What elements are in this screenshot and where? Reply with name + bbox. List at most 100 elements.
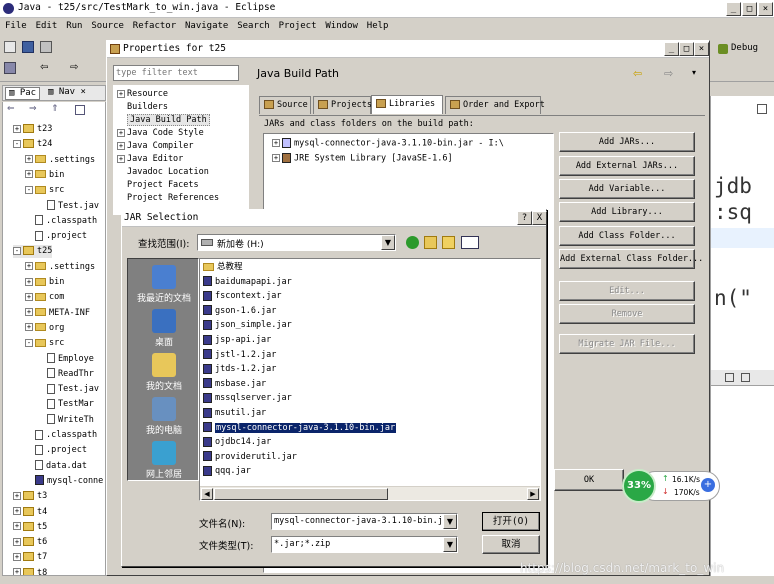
menu-refactor[interactable]: Refactor: [133, 21, 176, 31]
expand-toggle-icon[interactable]: -: [13, 139, 21, 148]
editor-min-button[interactable]: [757, 104, 767, 114]
minimize-button[interactable]: _: [726, 2, 741, 16]
lookin-dropdown-arrow[interactable]: ▼: [381, 235, 395, 250]
filename-input[interactable]: mysql-connector-java-3.1.10-bin.jar ▼: [271, 513, 458, 530]
build-path-button-add-external-class-folder[interactable]: Add External Class Folder...: [559, 249, 703, 269]
library-entry-jre[interactable]: + JRE System Library [JavaSE-1.6]: [272, 153, 453, 164]
file-item[interactable]: msbase.jar: [203, 377, 266, 392]
place-network-places[interactable]: 网上邻居: [128, 441, 200, 480]
properties-minimize-button[interactable]: _: [664, 42, 679, 56]
expand-toggle-icon[interactable]: +: [13, 537, 21, 546]
explorer-item[interactable]: + t3: [13, 490, 47, 503]
network-monitor-widget[interactable]: 33% ↑ 16.1K/s ↓ 170K/s +: [622, 469, 722, 505]
explorer-item[interactable]: + t7: [13, 551, 47, 564]
filter-input[interactable]: [113, 65, 239, 81]
explorer-item[interactable]: - src: [25, 184, 64, 197]
filetype-dropdown-arrow[interactable]: ▼: [443, 537, 457, 552]
jar-dialog-title-bar[interactable]: JAR Selection ? X: [122, 210, 547, 227]
history-back-icon[interactable]: ⇦: [633, 67, 642, 80]
explorer-item[interactable]: mysql-conne: [25, 475, 103, 488]
properties-nav-item[interactable]: + Java Editor: [117, 153, 183, 166]
expand-toggle-icon[interactable]: +: [117, 154, 125, 163]
explorer-item[interactable]: .project: [25, 230, 87, 243]
properties-title-bar[interactable]: Properties for t25 _ □ ×: [107, 41, 709, 58]
back-icon[interactable]: ⇐: [7, 104, 15, 114]
file-item[interactable]: json_simple.jar: [203, 318, 292, 333]
explorer-item[interactable]: + org: [25, 322, 64, 335]
properties-nav-item[interactable]: Project Facets: [117, 179, 199, 192]
explorer-item[interactable]: + t23: [13, 123, 52, 136]
menu-help[interactable]: Help: [367, 21, 389, 31]
view-minimize-icon[interactable]: [725, 373, 734, 382]
debug-perspective-icon[interactable]: [718, 44, 728, 54]
view-maximize-icon[interactable]: [741, 373, 750, 382]
expand-toggle-icon[interactable]: +: [13, 522, 21, 531]
expand-toggle-icon[interactable]: +: [117, 141, 125, 150]
view-menu-icon[interactable]: [461, 236, 479, 249]
place-my-documents[interactable]: 我的文档: [128, 353, 200, 392]
scroll-right-arrow[interactable]: ▶: [527, 488, 539, 500]
explorer-item[interactable]: .classpath: [25, 429, 97, 442]
explorer-item[interactable]: + bin: [25, 169, 64, 182]
jar-dialog-help-button[interactable]: ?: [517, 211, 532, 225]
properties-nav-item[interactable]: + Java Compiler: [117, 140, 194, 153]
jar-dialog-close-button[interactable]: X: [532, 211, 547, 225]
properties-nav-item[interactable]: + Resource: [117, 88, 168, 101]
tab-source[interactable]: Source: [259, 96, 311, 114]
build-path-button-add-library[interactable]: Add Library...: [559, 202, 695, 222]
tab-order-and-export[interactable]: Order and Export: [445, 96, 545, 114]
place-recent-documents[interactable]: 我最近的文档: [128, 265, 200, 304]
expand-toggle-icon[interactable]: +: [13, 507, 21, 515]
nav-forward-icon[interactable]: ⇨: [70, 62, 78, 73]
collapse-all-icon[interactable]: [75, 105, 85, 115]
ok-button[interactable]: OK: [554, 469, 624, 491]
explorer-item[interactable]: + bin: [25, 276, 64, 289]
file-item[interactable]: msutil.jar: [203, 406, 266, 421]
up-icon[interactable]: ⇑: [51, 104, 59, 114]
expand-toggle-icon[interactable]: +: [13, 552, 21, 561]
expand-toggle-icon[interactable]: +: [25, 292, 33, 301]
explorer-item[interactable]: + .settings: [25, 154, 95, 167]
explorer-item[interactable]: data.dat: [25, 460, 87, 473]
explorer-item[interactable]: + t6: [13, 536, 47, 549]
explorer-item[interactable]: + t5: [13, 521, 47, 534]
close-button[interactable]: ×: [758, 2, 773, 16]
forward-icon[interactable]: ⇒: [29, 104, 37, 114]
scroll-thumb[interactable]: [214, 488, 388, 500]
build-path-button-add-variable[interactable]: Add Variable...: [559, 179, 695, 199]
file-item[interactable]: baidumapapi.jar: [203, 275, 292, 290]
history-menu-icon[interactable]: ▾: [692, 68, 696, 77]
explorer-item[interactable]: TestMar: [37, 398, 94, 411]
expand-toggle-icon[interactable]: +: [25, 155, 33, 164]
explorer-item[interactable]: Employe: [37, 353, 94, 366]
explorer-item[interactable]: + t8: [13, 567, 47, 575]
place-my-computer[interactable]: 我的电脑: [128, 397, 200, 436]
file-item[interactable]: gson-1.6.jar: [203, 304, 276, 319]
print-icon[interactable]: [40, 41, 52, 53]
properties-nav-item[interactable]: Project References: [117, 192, 219, 205]
lookin-combo[interactable]: 新加卷 (H:) ▼: [197, 234, 396, 251]
menu-window[interactable]: Window: [325, 21, 358, 31]
menu-navigate[interactable]: Navigate: [185, 21, 228, 31]
expand-toggle-icon[interactable]: +: [13, 568, 21, 575]
properties-nav-item[interactable]: Java Build Path: [117, 114, 210, 127]
explorer-item[interactable]: + com: [25, 291, 64, 304]
expand-toggle-icon[interactable]: -: [25, 185, 33, 194]
file-item[interactable]: ojdbc14.jar: [203, 435, 271, 450]
file-list-scrollbar[interactable]: ◀ ▶: [200, 486, 540, 500]
cancel-button[interactable]: 取消: [482, 535, 540, 554]
debug-perspective-label[interactable]: Debug: [731, 43, 758, 53]
file-item[interactable]: providerutil.jar: [203, 450, 297, 465]
build-path-button-add-class-folder[interactable]: Add Class Folder...: [559, 226, 695, 246]
properties-close-button[interactable]: ×: [694, 42, 709, 56]
filename-dropdown-arrow[interactable]: ▼: [443, 514, 457, 529]
library-entry-mysql[interactable]: + mysql-connector-java-3.1.10-bin.jar - I…: [272, 138, 504, 149]
properties-nav-item[interactable]: Builders: [117, 101, 168, 114]
new-icon[interactable]: [4, 41, 16, 53]
tab-navigator[interactable]: ▥ Nav ×: [45, 87, 89, 100]
file-item[interactable]: jsp-api.jar: [203, 333, 271, 348]
open-button[interactable]: 打开(O): [482, 512, 540, 531]
explorer-item[interactable]: ReadThr: [37, 368, 94, 381]
refactor-icon[interactable]: [4, 62, 16, 74]
explorer-item[interactable]: + t4: [13, 506, 47, 519]
